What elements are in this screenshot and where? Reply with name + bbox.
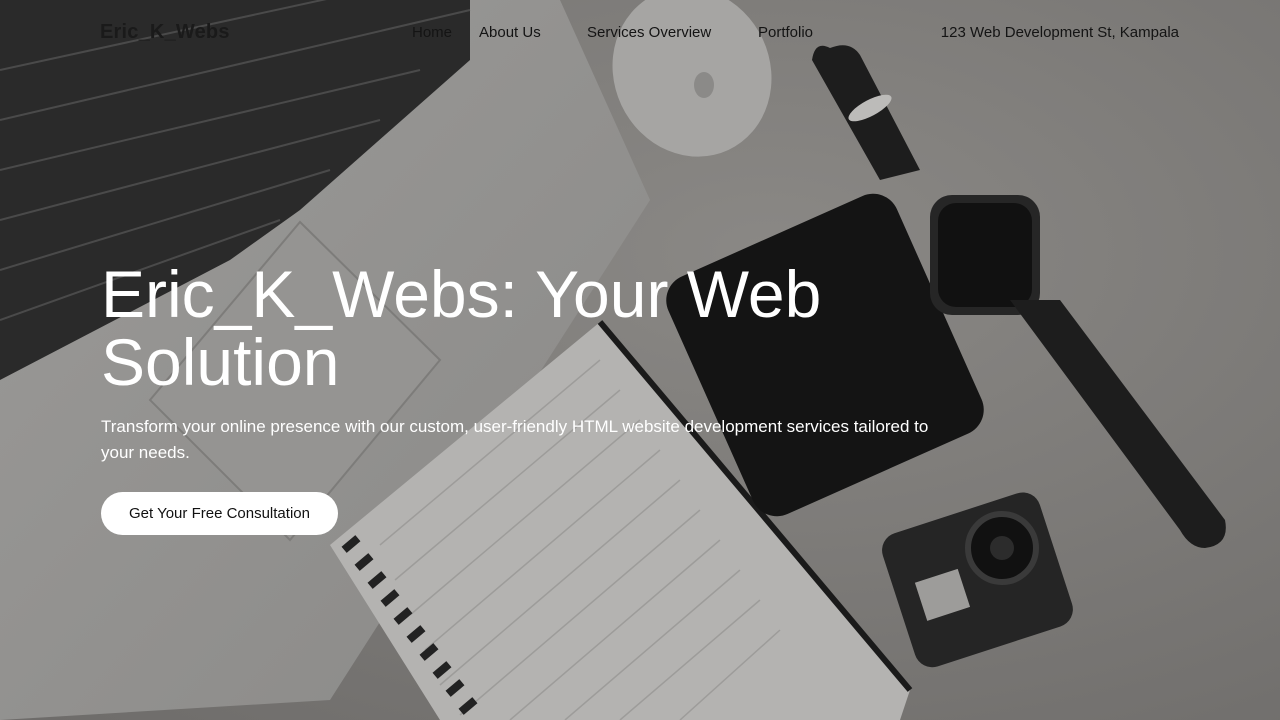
site-logo[interactable]: Eric_K_Webs: [100, 21, 230, 44]
nav-link-home[interactable]: Home: [412, 24, 452, 41]
nav-link-about-us[interactable]: About Us: [479, 24, 541, 41]
nav-link-portfolio[interactable]: Portfolio: [758, 24, 813, 41]
hero-title: Eric_K_Webs: Your Web Solution: [101, 257, 822, 399]
free-consultation-button[interactable]: Get Your Free Consultation: [101, 492, 338, 535]
header-address: 123 Web Development St, Kampala: [940, 24, 1179, 41]
nav-link-services-overview[interactable]: Services Overview: [587, 24, 711, 41]
hero-subtitle: Transform your online presence with our …: [101, 417, 929, 462]
site-header: Eric_K_Webs Home About Us Services Overv…: [0, 0, 1280, 66]
